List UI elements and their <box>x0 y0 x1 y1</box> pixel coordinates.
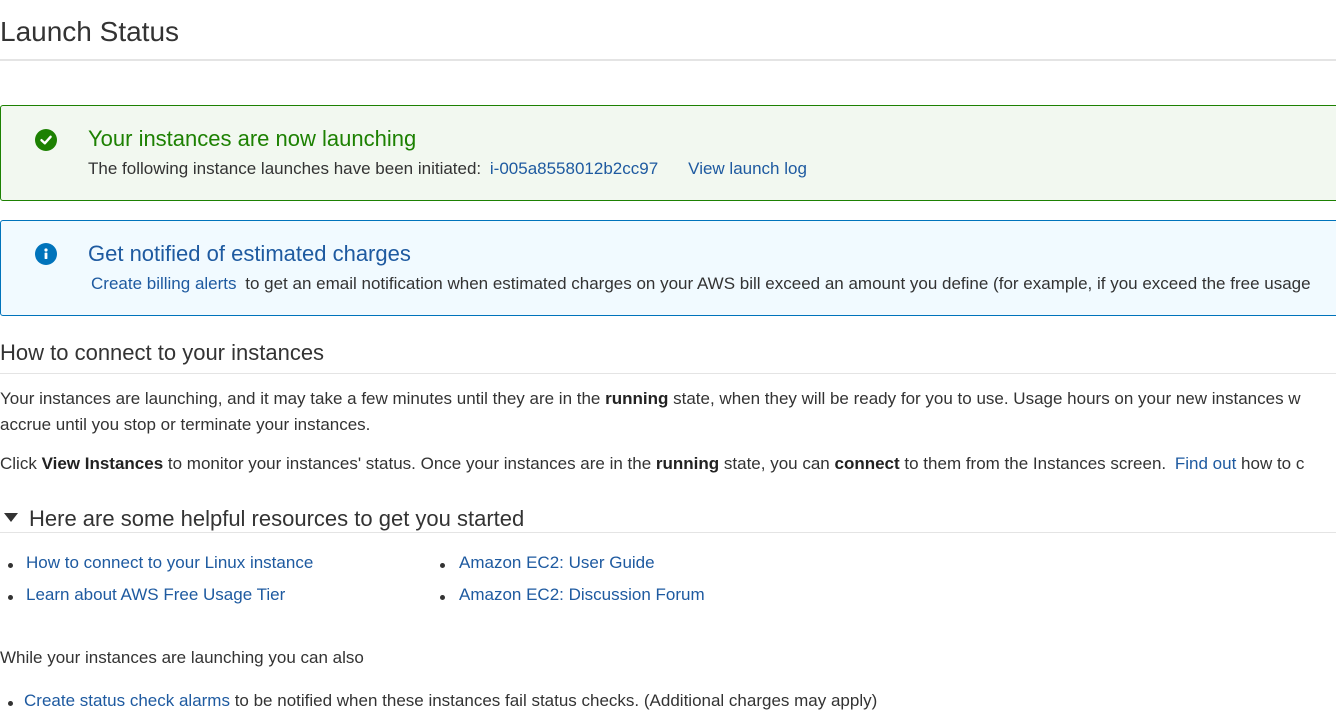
check-circle-icon <box>35 129 57 151</box>
success-alert-text: The following instance launches have bee… <box>88 159 482 178</box>
bullet <box>8 563 13 568</box>
page-title: Launch Status <box>0 16 180 47</box>
bullet <box>8 595 13 600</box>
create-billing-alerts-link[interactable]: Create billing alerts <box>91 274 237 293</box>
collapse-caret-icon[interactable] <box>4 513 18 522</box>
create-status-check-alarms-link[interactable]: Create status check alarms <box>24 691 230 710</box>
bullet <box>440 563 445 568</box>
success-alert-body: The following instance launches have bee… <box>88 158 807 180</box>
info-alert-text: to get an email notification when estima… <box>245 274 1311 293</box>
para2-text-e: how to c <box>1241 454 1305 473</box>
resources-section-divider <box>0 532 1336 533</box>
resource-link-user-guide[interactable]: Amazon EC2: User Guide <box>459 552 655 574</box>
success-alert-heading: Your instances are now launching <box>88 126 417 151</box>
info-alert-heading: Get notified of estimated charges <box>88 241 411 266</box>
para2-text-c: state, you can <box>723 454 830 473</box>
para2-text-d: to them from the Instances screen. <box>904 454 1167 473</box>
para2-view-instances-bold: View Instances <box>41 454 164 473</box>
billing-info-alert: Get notified of estimated charges Create… <box>0 220 1336 316</box>
info-circle-icon <box>35 243 57 265</box>
resource-link-connect-linux[interactable]: How to connect to your Linux instance <box>26 552 313 574</box>
connect-paragraph-2: Click View Instances to monitor your ins… <box>0 451 1304 477</box>
para2-text-b: to monitor your instances' status. Once … <box>167 454 652 473</box>
launch-status-page: Launch Status Your instances are now lau… <box>0 0 1336 723</box>
bullet <box>8 701 13 706</box>
connect-section-heading: How to connect to your instances <box>0 340 325 365</box>
launch-success-alert: Your instances are now launching The fol… <box>0 105 1336 201</box>
status-check-item: Create status check alarms to be notifie… <box>24 688 877 714</box>
info-alert-body: Create billing alerts to get an email no… <box>91 273 1311 295</box>
resource-link-discussion-forum[interactable]: Amazon EC2: Discussion Forum <box>459 584 705 606</box>
view-launch-log-link[interactable]: View launch log <box>688 159 807 178</box>
para2-running-bold: running <box>655 454 720 473</box>
title-divider <box>0 59 1336 61</box>
status-check-item-text: to be notified when these instances fail… <box>234 691 878 710</box>
para1-text-b: state, when they will be ready for you t… <box>673 389 1301 408</box>
instance-id-link[interactable]: i-005a8558012b2cc97 <box>490 159 658 178</box>
connect-paragraph-1-line-2: accrue until you stop or terminate your … <box>0 415 371 434</box>
para2-text-a: Click <box>0 454 37 473</box>
find-out-link[interactable]: Find out <box>1175 454 1236 473</box>
resource-link-free-tier[interactable]: Learn about AWS Free Usage Tier <box>26 584 285 606</box>
connect-section-divider <box>0 373 1336 374</box>
para1-running-bold: running <box>605 389 669 408</box>
resources-section-heading[interactable]: Here are some helpful resources to get y… <box>29 505 524 533</box>
para1-text-a: Your instances are launching, and it may… <box>0 389 601 408</box>
connect-paragraph-1: Your instances are launching, and it may… <box>0 386 1301 412</box>
bullet <box>440 595 445 600</box>
para2-connect-bold: connect <box>834 454 900 473</box>
also-section-heading: While your instances are launching you c… <box>0 648 364 667</box>
